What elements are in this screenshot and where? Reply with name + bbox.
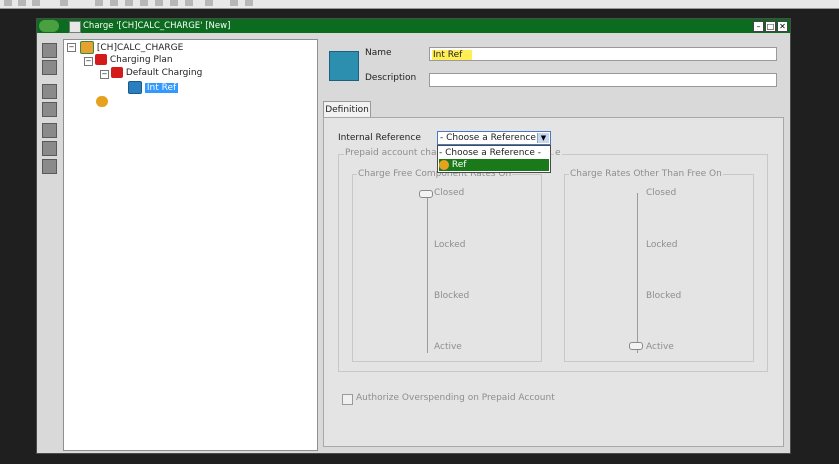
tree-extra-node[interactable] <box>96 96 108 108</box>
tree-node-label: Charging Plan <box>109 55 173 65</box>
charging-plan-icon <box>95 54 107 65</box>
window-title: Charge '[CH]CALC_CHARGE' [New] <box>83 21 231 31</box>
window-titlebar[interactable]: Charge '[CH]CALC_CHARGE' [New] – □ ✕ <box>37 19 790 33</box>
description-label: Description <box>365 73 417 83</box>
collapse-toggle[interactable]: − <box>100 70 109 79</box>
collapse-toggle[interactable]: − <box>67 43 76 52</box>
toolbar-button[interactable] <box>18 0 26 6</box>
charging-icon <box>111 67 123 78</box>
overspend-label: Authorize Overspending on Prepaid Accoun… <box>356 393 555 403</box>
other-rates-group <box>564 174 754 362</box>
internal-reference-label: Internal Reference <box>338 133 421 143</box>
toolbar-button[interactable] <box>205 0 213 6</box>
other-level-active: Active <box>646 342 674 352</box>
toolbar-button[interactable] <box>140 0 148 6</box>
side-tool-button[interactable] <box>42 102 57 117</box>
toolbar-button[interactable] <box>4 0 12 6</box>
collapse-toggle[interactable]: − <box>84 57 93 66</box>
reference-option-ref[interactable]: Ref <box>439 159 549 171</box>
free-rates-group <box>352 174 542 362</box>
tab-definition[interactable]: Definition <box>323 101 371 118</box>
side-tool-button[interactable] <box>42 159 57 174</box>
toolbar-button[interactable] <box>125 0 133 6</box>
side-tool-button[interactable] <box>42 43 57 58</box>
toolbar-button[interactable] <box>95 0 103 6</box>
free-level-closed: Closed <box>434 188 465 198</box>
prepaid-group-label: Prepaid account charg <box>344 148 447 158</box>
overspend-checkbox[interactable] <box>342 394 353 405</box>
option-label: - Choose a Reference - <box>439 148 542 158</box>
free-level-locked: Locked <box>434 240 466 250</box>
tree-node-label: [CH]CALC_CHARGE <box>96 43 184 53</box>
app-logo-icon <box>39 20 59 32</box>
reference-icon <box>128 81 142 94</box>
reference-dropdown[interactable]: - Choose a Reference - ▼ <box>437 131 551 145</box>
free-rates-slider-track <box>427 193 428 353</box>
side-tool-button[interactable] <box>42 84 57 99</box>
other-rates-label: Charge Rates Other Than Free On <box>569 169 723 179</box>
toolbar-button[interactable] <box>185 0 193 6</box>
user-icon <box>439 159 449 170</box>
main-toolbar <box>0 0 839 9</box>
other-level-blocked: Blocked <box>646 291 682 301</box>
free-level-active: Active <box>434 342 462 352</box>
charge-icon <box>80 41 94 54</box>
name-label: Name <box>365 48 392 58</box>
side-tool-button[interactable] <box>42 141 57 156</box>
toolbar-button[interactable] <box>32 0 40 6</box>
name-field[interactable]: Int Ref <box>429 47 777 61</box>
tree-node-label: Default Charging <box>125 68 203 78</box>
side-tool-button[interactable] <box>42 123 57 138</box>
window-icon <box>69 21 81 33</box>
reference-dropdown-value: - Choose a Reference - <box>440 133 543 143</box>
description-field[interactable] <box>429 73 777 87</box>
tree-node-charging-plan[interactable]: Charging Plan <box>95 54 173 66</box>
chevron-down-icon[interactable]: ▼ <box>537 133 549 143</box>
toolbar-button[interactable] <box>155 0 163 6</box>
free-level-blocked: Blocked <box>434 291 470 301</box>
name-value: Int Ref <box>432 50 473 60</box>
tree-node-charge[interactable]: [CH]CALC_CHARGE <box>80 41 184 54</box>
toolbar-button[interactable] <box>110 0 118 6</box>
other-level-locked: Locked <box>646 240 678 250</box>
toolbar-button[interactable] <box>60 0 68 6</box>
charge-window: Charge '[CH]CALC_CHARGE' [New] – □ ✕ − [… <box>36 18 791 454</box>
other-rates-slider-track <box>637 193 638 353</box>
reference-dropdown-list: - Choose a Reference - Ref <box>437 145 551 173</box>
maximize-button[interactable]: □ <box>765 21 776 32</box>
side-tool-button[interactable] <box>42 60 57 75</box>
other-rates-slider-thumb[interactable] <box>629 342 643 350</box>
side-toolbar <box>37 35 61 453</box>
free-rates-slider-thumb[interactable] <box>419 190 433 198</box>
minimize-button[interactable]: – <box>753 21 764 32</box>
close-button[interactable]: ✕ <box>777 21 788 32</box>
toolbar-button[interactable] <box>245 0 253 6</box>
tree-node-label: Int Ref <box>144 83 179 93</box>
user-icon <box>96 96 108 107</box>
option-label: Ref <box>451 160 467 170</box>
tree-node-default-charging[interactable]: Default Charging <box>111 67 202 79</box>
toolbar-button[interactable] <box>230 0 238 6</box>
charge-tree: − [CH]CALC_CHARGE − Charging Plan − Defa… <box>63 39 318 451</box>
definition-tab-content: Internal Reference Prepaid account charg… <box>323 117 784 447</box>
toolbar-button[interactable] <box>170 0 178 6</box>
other-level-closed: Closed <box>646 188 677 198</box>
tree-node-int-ref[interactable]: Int Ref <box>128 81 179 94</box>
properties-panel: Name Int Ref Description Definition Inte… <box>323 39 784 449</box>
reference-large-icon <box>329 51 359 81</box>
reference-option-choose[interactable]: - Choose a Reference - <box>439 147 549 159</box>
prepaid-group-label-tail: e <box>554 148 562 158</box>
